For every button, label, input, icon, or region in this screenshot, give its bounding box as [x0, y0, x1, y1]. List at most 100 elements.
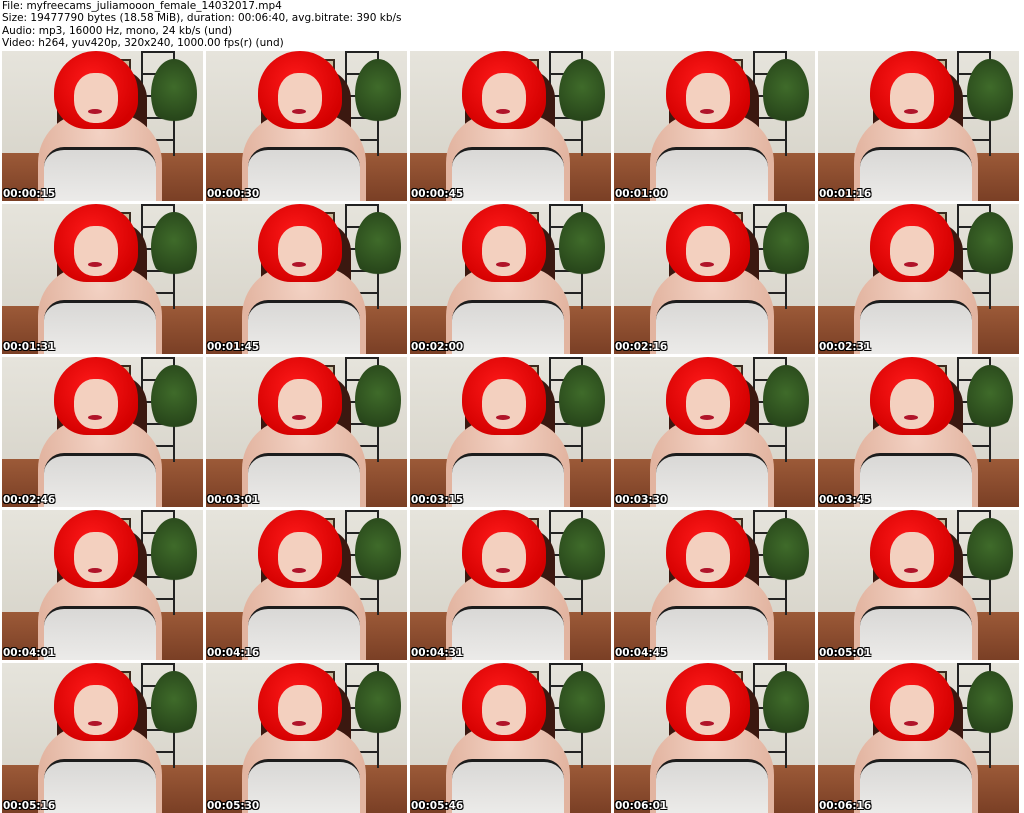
- nightgown: [452, 759, 564, 813]
- face: [482, 532, 526, 582]
- nightgown: [248, 606, 360, 660]
- face: [686, 532, 730, 582]
- thumbnail-timestamp: 00:00:15: [3, 188, 56, 200]
- video-thumbnail: 00:00:45: [410, 51, 611, 201]
- face: [890, 379, 934, 429]
- video-thumbnail: 00:06:16: [818, 663, 1019, 813]
- thumbnail-timestamp: 00:01:31: [3, 341, 56, 353]
- video-thumbnail: 00:06:01: [614, 663, 815, 813]
- video-thumbnail: 00:03:15: [410, 357, 611, 507]
- nightgown: [44, 606, 156, 660]
- thumbnail-grid: 00:00:15 00:00:30 00:00:45 00:01:00 00:01:16…: [2, 51, 1019, 813]
- lips: [496, 415, 510, 420]
- plant: [151, 59, 197, 129]
- nightgown: [860, 759, 972, 813]
- nightgown: [860, 147, 972, 201]
- video-thumbnail: 00:04:01: [2, 510, 203, 660]
- thumbnail-timestamp: 00:03:30: [615, 494, 668, 506]
- lips: [904, 262, 918, 267]
- nightgown: [656, 606, 768, 660]
- lips: [496, 721, 510, 726]
- lips: [700, 415, 714, 420]
- face: [482, 73, 526, 123]
- video-thumbnail: 00:03:30: [614, 357, 815, 507]
- nightgown: [44, 453, 156, 507]
- thumbnail-timestamp: 00:02:31: [819, 341, 872, 353]
- video-thumbnail: 00:05:30: [206, 663, 407, 813]
- lips: [88, 109, 102, 114]
- plant: [763, 518, 809, 588]
- plant: [763, 671, 809, 741]
- video-thumbnail: 00:04:16: [206, 510, 407, 660]
- video-thumbnail: 00:02:00: [410, 204, 611, 354]
- face: [74, 379, 118, 429]
- face: [278, 73, 322, 123]
- lips: [292, 109, 306, 114]
- thumbnail-timestamp: 00:05:30: [207, 800, 260, 812]
- lips: [292, 415, 306, 420]
- file-info-header: File: myfreecams_juliamooon_female_14032…: [2, 0, 402, 50]
- lips: [904, 415, 918, 420]
- nightgown: [248, 453, 360, 507]
- lips: [700, 262, 714, 267]
- video-thumbnail: 00:01:45: [206, 204, 407, 354]
- video-thumbnail: 00:02:31: [818, 204, 1019, 354]
- thumbnail-timestamp: 00:01:16: [819, 188, 872, 200]
- thumbnail-timestamp: 00:02:16: [615, 341, 668, 353]
- nightgown: [656, 147, 768, 201]
- plant: [355, 59, 401, 129]
- plant: [151, 518, 197, 588]
- nightgown: [656, 759, 768, 813]
- lips: [292, 568, 306, 573]
- plant: [151, 671, 197, 741]
- video-info-line: Video: h264, yuv420p, 320x240, 1000.00 f…: [2, 37, 284, 50]
- file-name-line: File: myfreecams_juliamooon_female_14032…: [2, 0, 282, 12]
- face: [890, 73, 934, 123]
- lips: [88, 721, 102, 726]
- video-thumbnail: 00:01:16: [818, 51, 1019, 201]
- thumbnail-timestamp: 00:00:30: [207, 188, 260, 200]
- thumbnail-timestamp: 00:03:45: [819, 494, 872, 506]
- video-thumbnail: 00:05:01: [818, 510, 1019, 660]
- face: [278, 226, 322, 276]
- nightgown: [860, 300, 972, 354]
- thumbnail-timestamp: 00:00:45: [411, 188, 464, 200]
- face: [686, 226, 730, 276]
- lips: [496, 568, 510, 573]
- nightgown: [452, 453, 564, 507]
- thumbnail-timestamp: 00:05:01: [819, 647, 872, 659]
- thumbnail-timestamp: 00:05:16: [3, 800, 56, 812]
- video-thumbnail: 00:02:46: [2, 357, 203, 507]
- plant: [151, 212, 197, 282]
- lips: [292, 721, 306, 726]
- file-size-line: Size: 19477790 bytes (18.58 MiB), durati…: [2, 12, 402, 25]
- video-thumbnail: 00:04:45: [614, 510, 815, 660]
- nightgown: [44, 759, 156, 813]
- plant: [355, 365, 401, 435]
- video-thumbnail: 00:00:15: [2, 51, 203, 201]
- plant: [763, 365, 809, 435]
- nightgown: [860, 606, 972, 660]
- nightgown: [248, 147, 360, 201]
- plant: [355, 518, 401, 588]
- thumbnail-timestamp: 00:01:00: [615, 188, 668, 200]
- nightgown: [860, 453, 972, 507]
- plant: [763, 212, 809, 282]
- thumbnail-timestamp: 00:06:01: [615, 800, 668, 812]
- plant: [967, 212, 1013, 282]
- face: [890, 226, 934, 276]
- face: [278, 532, 322, 582]
- face: [890, 532, 934, 582]
- thumbnail-timestamp: 00:01:45: [207, 341, 260, 353]
- nightgown: [656, 300, 768, 354]
- video-thumbnail: 00:05:46: [410, 663, 611, 813]
- face: [278, 685, 322, 735]
- face: [278, 379, 322, 429]
- video-thumbnail: 00:02:16: [614, 204, 815, 354]
- video-thumbnail: 00:01:31: [2, 204, 203, 354]
- lips: [496, 109, 510, 114]
- thumbnail-timestamp: 00:04:16: [207, 647, 260, 659]
- video-thumbnail: 00:04:31: [410, 510, 611, 660]
- nightgown: [44, 300, 156, 354]
- plant: [151, 365, 197, 435]
